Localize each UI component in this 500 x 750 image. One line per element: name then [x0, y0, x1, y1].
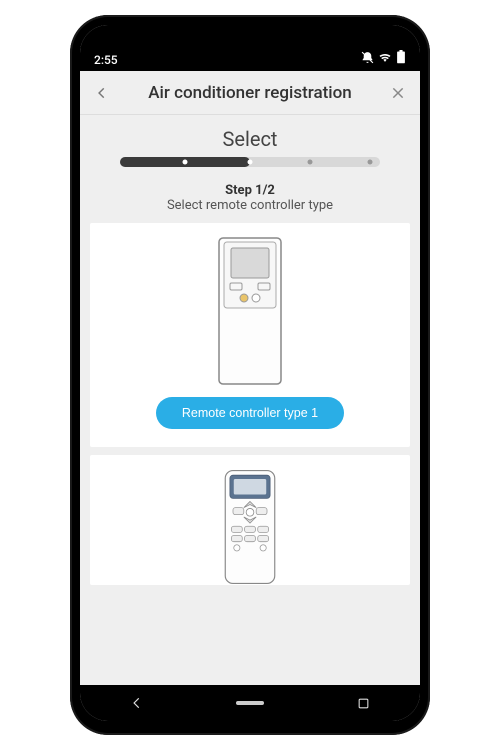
progress-dot-2: [248, 160, 253, 165]
remote-type-1-button[interactable]: Remote controller type 1: [156, 397, 344, 429]
battery-icon: [396, 50, 406, 67]
wifi-icon: [378, 52, 392, 66]
status-bar: 2:55: [80, 25, 420, 71]
nav-recent-icon[interactable]: [349, 697, 377, 710]
nav-home-icon[interactable]: [236, 701, 264, 705]
back-button[interactable]: [90, 81, 114, 105]
status-time: 2:55: [94, 53, 118, 67]
dnd-icon: [361, 51, 374, 67]
close-button[interactable]: [386, 81, 410, 105]
option-list: Remote controller type 1: [90, 223, 410, 685]
section-title: Select: [223, 127, 278, 151]
remote-type-2-icon: [214, 469, 286, 585]
step-subtitle: Select remote controller type: [167, 198, 333, 213]
progress-dot-4: [367, 160, 372, 165]
remote-option-1[interactable]: Remote controller type 1: [90, 223, 410, 447]
remote-option-2[interactable]: [90, 455, 410, 585]
content: Select Step 1/2 Select remote controller…: [80, 115, 420, 685]
progress-dot-1: [183, 160, 188, 165]
screen: 2:55 Air conditioner registration: [80, 25, 420, 721]
page-title: Air conditioner registration: [122, 83, 378, 103]
nav-back-icon[interactable]: [123, 696, 151, 710]
android-nav-bar: [80, 685, 420, 721]
remote-type-1-icon: [218, 237, 282, 385]
step-label: Step 1/2: [225, 183, 275, 198]
status-icons: [361, 50, 406, 67]
app-bar: Air conditioner registration: [80, 71, 420, 115]
phone-frame: 2:55 Air conditioner registration: [70, 15, 430, 735]
progress-dot-3: [307, 160, 312, 165]
progress-bar: [120, 157, 380, 167]
